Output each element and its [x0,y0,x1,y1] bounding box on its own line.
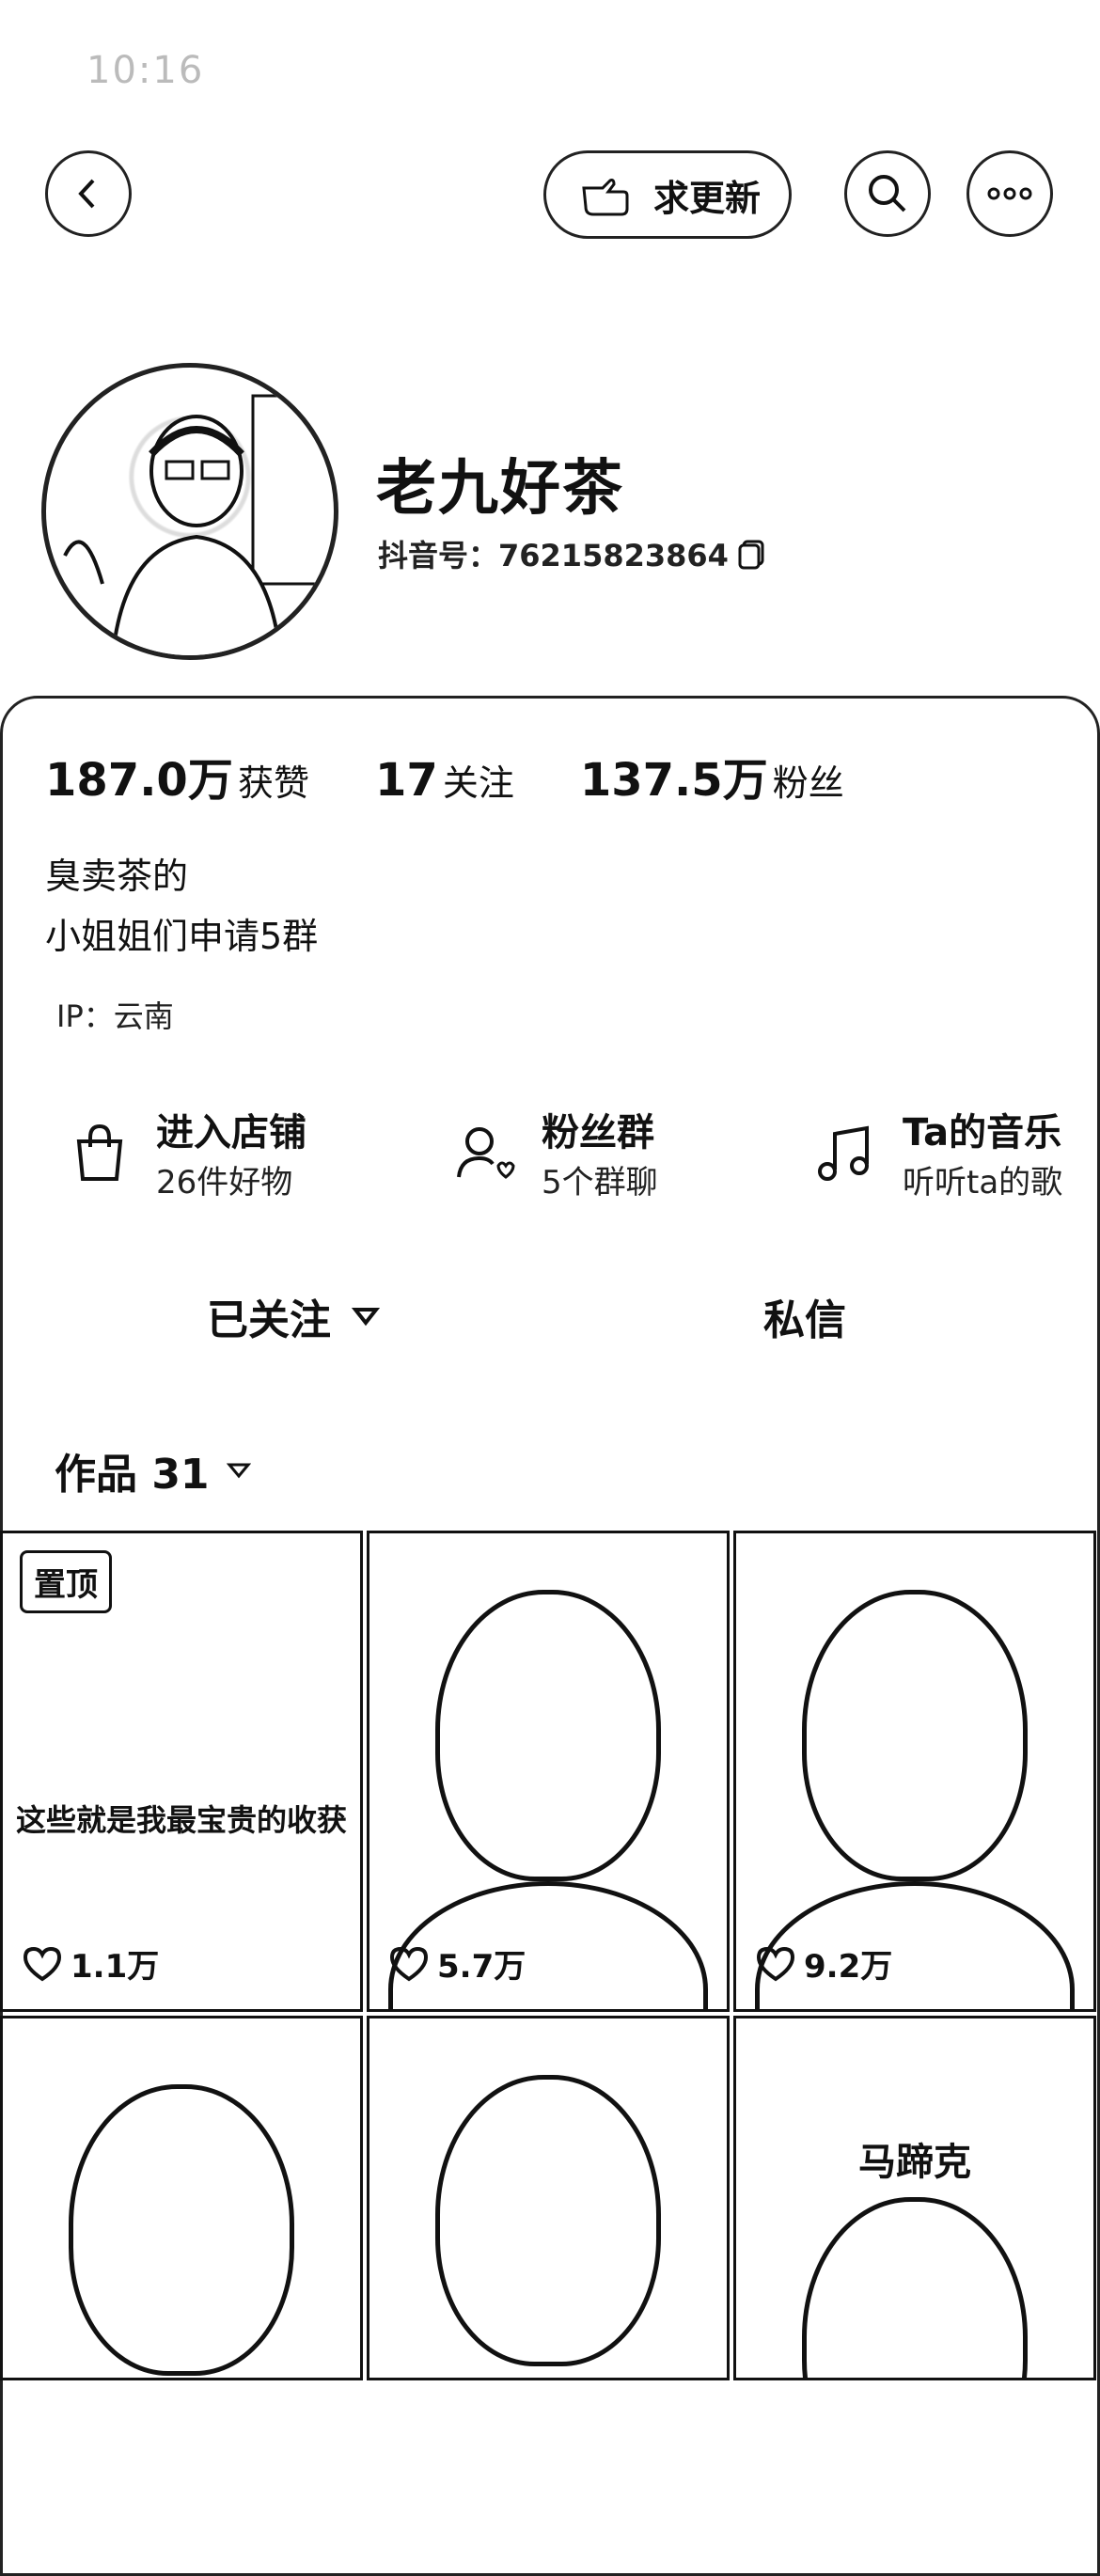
service-shop[interactable]: 进入店铺 26件好物 [66,1102,306,1202]
video-thumbnail-face [435,1590,661,1881]
works-tab-label: 作品 31 [55,1451,210,1499]
shopping-bag-icon [76,1123,123,1181]
search-icon [869,175,906,212]
video-thumbnail-face [802,1590,1028,1881]
video-likes: 9.2万 [755,1940,892,1987]
video-tile[interactable] [0,2016,363,2380]
profile-name: 老九好茶 [376,454,624,524]
video-overlay-text: 马蹄克 [858,2141,971,2184]
hand-icon [582,179,629,216]
video-likes: 5.7万 [388,1940,526,1987]
fan-group-icon [457,1126,515,1179]
follow-status-button[interactable]: 已关注 [207,1286,380,1346]
request-update-button[interactable]: 求更新 [543,150,793,239]
pinned-badge: 置顶 [20,1550,112,1613]
heart-icon [756,1946,795,1981]
triangle-down-icon [226,1463,251,1479]
heart-icon [389,1946,429,1981]
more-button[interactable] [966,150,1053,237]
follow-label: 已关注 [207,1296,331,1344]
video-thumbnail-face [435,2075,661,2366]
video-tile[interactable]: 9.2万 [733,1531,1096,2012]
video-thumbnail-face [69,2084,294,2376]
search-button[interactable] [844,150,931,237]
douyin-id: 抖音号：76215823864 [378,538,729,573]
stats-row: 187.0万 获赞 17 关注 137.5万 粉丝 [45,743,844,809]
service-fan-group[interactable]: 粉丝群 5个群聊 [451,1102,658,1202]
bio-line-2: 小姐姐们申请5群 [45,916,319,957]
avatar-portrait [63,394,334,655]
stat-following[interactable]: 17 关注 [375,754,514,807]
avatar[interactable] [41,363,338,660]
video-caption: 这些就是我最宝贵的收获 [15,1802,347,1838]
service-music[interactable]: Ta的音乐 听听ta的歌 [812,1102,1100,1202]
music-note-icon [818,1125,869,1181]
bio-line-1: 臭卖茶的 [45,856,189,897]
bio: 臭卖茶的 小姐姐们申请5群 [45,846,318,966]
more-dots-icon [987,187,1032,200]
ip-location: IP：云南 [56,998,174,1034]
video-tile[interactable]: 置顶 这些就是我最宝贵的收获 1.1万 [0,1531,363,2012]
status-time: 10:16 [86,49,205,92]
video-tile[interactable]: 5.7万 [367,1531,730,2012]
video-thumbnail-face [802,2197,1028,2378]
message-button[interactable]: 私信 [763,1286,846,1346]
heart-icon [23,1946,62,1981]
stat-followers[interactable]: 137.5万 粉丝 [580,743,844,809]
back-button[interactable] [45,150,132,237]
video-likes: 1.1万 [22,1940,159,1987]
back-arrow-icon [78,179,95,209]
stat-likes[interactable]: 187.0万 获赞 [45,743,309,809]
tab-works[interactable]: 作品 31 [55,1440,251,1500]
video-tile[interactable] [367,2016,730,2380]
triangle-down-icon [352,1308,380,1327]
video-tile[interactable]: 马蹄克 [733,2016,1096,2380]
request-update-label: 求更新 [653,177,762,219]
copy-icon[interactable] [736,538,768,570]
